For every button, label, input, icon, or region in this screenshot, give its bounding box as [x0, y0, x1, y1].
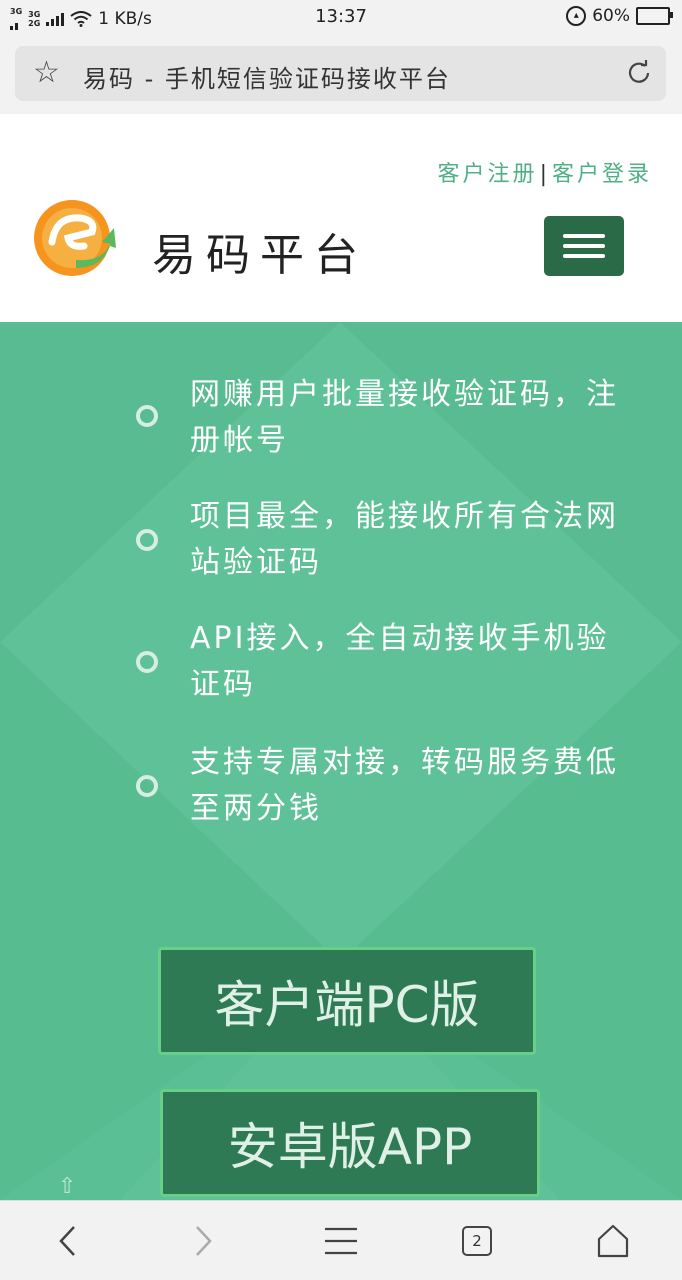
tabs-icon: 2	[462, 1225, 492, 1256]
refresh-icon[interactable]	[624, 58, 654, 88]
android-app-button[interactable]: 安卓版APP	[160, 1089, 540, 1197]
battery-percent: 60%	[592, 6, 630, 26]
browser-bottom-nav: 2	[0, 1200, 682, 1280]
feature-text: 支持专属对接，转码服务费低至两分钱	[190, 745, 619, 826]
battery-icon	[636, 7, 673, 25]
auth-separator: |	[539, 162, 550, 187]
tabs-button[interactable]: 2	[437, 1201, 517, 1280]
forward-button[interactable]	[163, 1201, 243, 1280]
bullet-icon	[136, 529, 158, 551]
browser-toolbar: ☆ 易码 - 手机短信验证码接收平台	[0, 36, 682, 114]
back-button[interactable]	[28, 1201, 108, 1280]
pc-client-button[interactable]: 客户端PC版	[158, 947, 536, 1055]
menu-bar	[563, 234, 605, 238]
bullet-icon	[136, 651, 158, 673]
login-link[interactable]: 客户登录	[552, 162, 652, 187]
home-button[interactable]	[573, 1201, 653, 1280]
register-link[interactable]: 客户注册	[438, 162, 538, 187]
status-bar: 3G 3G 2G 1 KB/s 13:37 ▴ 60%	[0, 0, 682, 36]
feature-text: 项目最全，能接收所有合法网站验证码	[190, 499, 619, 580]
home-icon	[597, 1224, 629, 1257]
star-icon[interactable]: ☆	[33, 56, 60, 90]
address-bar[interactable]: ☆ 易码 - 手机短信验证码接收平台	[15, 46, 666, 101]
bullet-icon	[136, 775, 158, 797]
bullet-icon	[136, 405, 158, 427]
rotation-lock-icon: ▴	[566, 6, 587, 26]
site-header: 客户注册|客户登录 易码平台	[0, 114, 682, 322]
menu-bar	[563, 244, 605, 248]
auth-links: 客户注册|客户登录	[438, 156, 652, 188]
status-right: ▴ 60%	[566, 6, 673, 26]
scroll-top-icon[interactable]: ⇧	[58, 1174, 76, 1199]
hero-section: 网赚用户批量接收验证码，注册帐号 项目最全，能接收所有合法网站验证码 API接入…	[0, 322, 682, 1200]
site-name: 易码平台	[152, 230, 368, 281]
logo-icon[interactable]	[32, 198, 116, 282]
menu-button[interactable]	[301, 1201, 381, 1280]
chevron-right-icon	[196, 1225, 212, 1256]
menu-toggle-button[interactable]	[544, 216, 624, 276]
feature-text: API接入，全自动接收手机验证码	[190, 621, 610, 702]
page-title[interactable]: 易码 - 手机短信验证码接收平台	[83, 59, 451, 94]
menu-bar	[563, 254, 605, 258]
feature-text: 网赚用户批量接收验证码，注册帐号	[190, 377, 619, 458]
menu-icon	[325, 1227, 357, 1254]
chevron-left-icon	[59, 1225, 75, 1256]
